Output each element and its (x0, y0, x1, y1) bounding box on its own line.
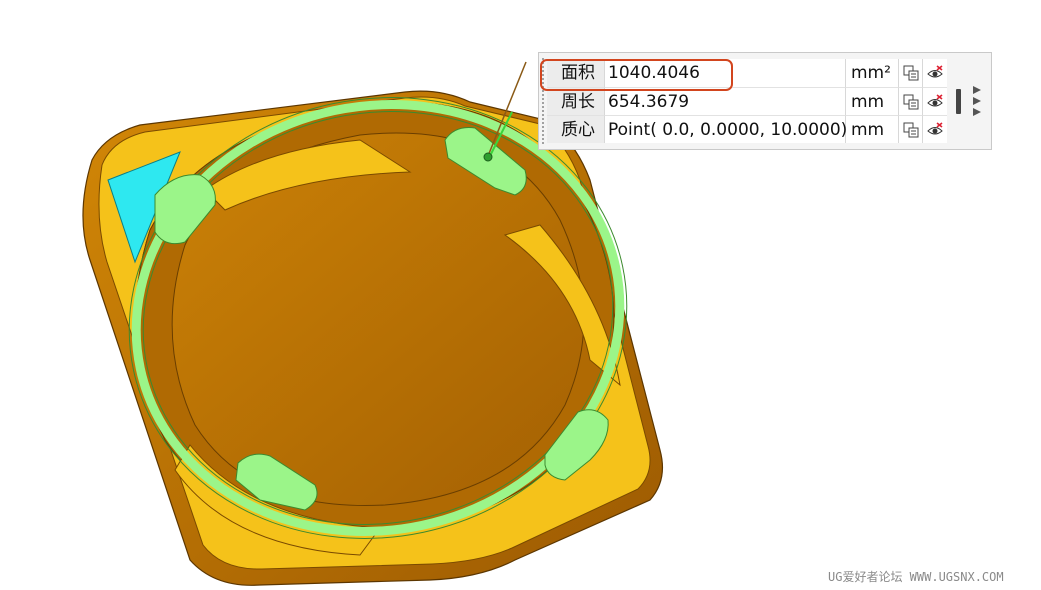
perimeter-unit[interactable]: mm (846, 87, 899, 115)
centroid-label: 质心 (547, 115, 605, 143)
panel-expand-arrows[interactable] (973, 86, 987, 119)
show-hide-eye-icon (927, 65, 943, 78)
centroid-row: 质心 Point( 0.0, 0.0000, 10.0000) mm (547, 115, 947, 143)
perimeter-label: 周长 (547, 87, 605, 115)
pick-point-marker (483, 152, 493, 162)
perimeter-display-button[interactable] (923, 87, 947, 115)
area-display-button[interactable] (923, 59, 947, 87)
centroid-copy-button[interactable] (899, 115, 923, 143)
arrow-right-icon (973, 108, 981, 116)
show-hide-eye-icon (927, 122, 943, 135)
copy-to-clipboard-icon (903, 65, 919, 81)
centroid-display-button[interactable] (923, 115, 947, 143)
show-hide-eye-icon (927, 94, 943, 107)
area-highlight-box (540, 59, 733, 91)
copy-to-clipboard-icon (903, 122, 919, 138)
centroid-unit[interactable]: mm (846, 115, 899, 143)
area-copy-button[interactable] (899, 59, 923, 87)
arrow-right-icon (973, 86, 981, 94)
arrow-right-icon (973, 97, 981, 105)
centroid-value: Point( 0.0, 0.0000, 10.0000) (605, 115, 847, 143)
perimeter-copy-button[interactable] (899, 87, 923, 115)
area-unit[interactable]: mm² (846, 59, 899, 87)
panel-scrollbar[interactable] (956, 89, 961, 114)
copy-to-clipboard-icon (903, 94, 919, 110)
watermark: UG爱好者论坛 WWW.UGSNX.COM (828, 570, 1004, 584)
perimeter-value: 654.3679 (605, 87, 846, 115)
perimeter-row: 周长 654.3679 mm (547, 87, 947, 115)
